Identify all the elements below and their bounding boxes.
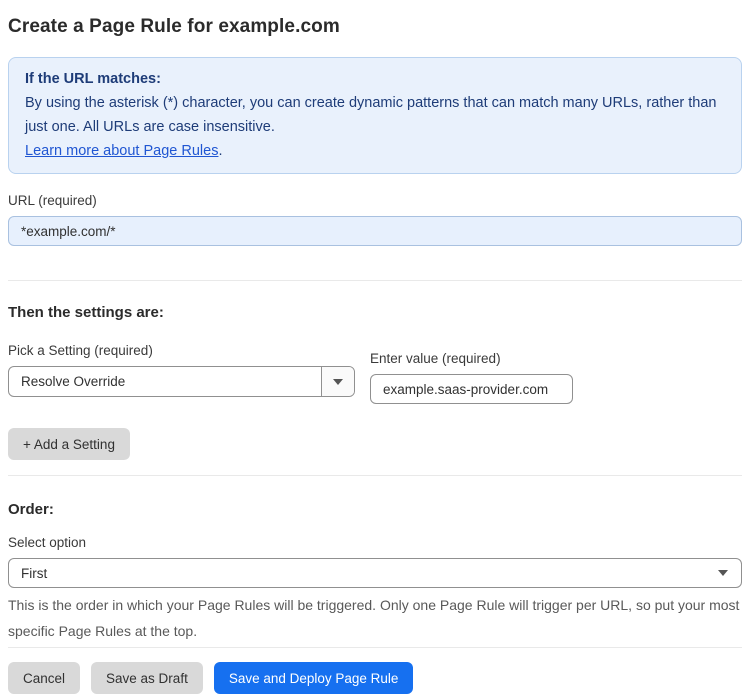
- pick-setting-label: Pick a Setting (required): [8, 343, 153, 358]
- cancel-button[interactable]: Cancel: [8, 662, 81, 694]
- url-input[interactable]: [8, 216, 742, 246]
- setting-value-column: Enter value (required): [370, 350, 573, 404]
- section-divider: [8, 475, 742, 476]
- setting-select[interactable]: Resolve Override: [8, 366, 355, 397]
- setting-value-input[interactable]: [370, 374, 573, 404]
- order-help-text: This is the order in which your Page Rul…: [8, 597, 740, 639]
- enter-value-label: Enter value (required): [370, 351, 501, 366]
- learn-more-page-rules-link[interactable]: Learn more about Page Rules: [25, 143, 218, 159]
- order-select-value: First: [21, 565, 48, 581]
- order-section-heading: Order:: [8, 501, 54, 518]
- footer-actions: Cancel Save as Draft Save and Deploy Pag…: [8, 662, 742, 694]
- chevron-down-icon: [333, 378, 343, 385]
- section-divider: [8, 280, 742, 281]
- info-box-heading: If the URL matches:: [25, 71, 161, 87]
- setting-picker-column: Pick a Setting (required) Resolve Overri…: [8, 342, 355, 404]
- info-box-link-line: Learn more about Page Rules.: [25, 139, 725, 163]
- setting-select-arrow-button[interactable]: [321, 367, 354, 396]
- url-field-label: URL (required): [8, 193, 97, 208]
- order-select-label: Select option: [8, 535, 87, 550]
- settings-section-heading: Then the settings are:: [8, 304, 164, 321]
- chevron-down-icon: [718, 570, 728, 576]
- order-select[interactable]: First: [8, 558, 742, 588]
- setting-row: Pick a Setting (required) Resolve Overri…: [8, 342, 742, 404]
- url-match-info-box: If the URL matches: By using the asteris…: [8, 57, 742, 174]
- footer-divider: [8, 647, 742, 648]
- link-suffix-text: .: [218, 143, 223, 159]
- save-as-draft-button[interactable]: Save as Draft: [91, 662, 203, 694]
- create-page-rule-panel: Create a Page Rule for example.com If th…: [0, 0, 750, 694]
- setting-select-value: Resolve Override: [21, 374, 126, 389]
- page-title: Create a Page Rule for example.com: [8, 16, 340, 37]
- add-setting-button[interactable]: + Add a Setting: [8, 428, 130, 460]
- save-and-deploy-button[interactable]: Save and Deploy Page Rule: [213, 662, 414, 694]
- info-box-body: By using the asterisk (*) character, you…: [25, 95, 717, 135]
